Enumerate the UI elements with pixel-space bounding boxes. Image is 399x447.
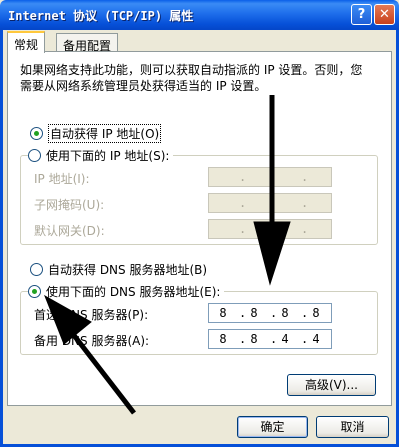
help-icon: ? bbox=[357, 7, 366, 22]
radio-auto-ip-label: 自动获得 IP 地址(O) bbox=[48, 124, 162, 143]
radio-manual-ip-indicator[interactable] bbox=[28, 149, 41, 162]
description-text: 如果网络支持此功能，则可以获取自动指派的 IP 设置。否则，您需要从网络系统管理… bbox=[20, 63, 363, 93]
ok-button[interactable]: 确定 bbox=[237, 416, 308, 438]
window-title: Internet 协议 (TCP/IP) 属性 bbox=[8, 9, 194, 23]
preferred-dns-label: 首选 DNS 服务器(P): bbox=[34, 308, 149, 322]
preferred-dns-field[interactable]: 8. 8. 8. 8 bbox=[208, 303, 332, 323]
radio-manual-ip-label: 使用下面的 IP 地址(S): bbox=[46, 149, 170, 163]
alternate-dns-field[interactable]: 8. 8. 4. 4 bbox=[208, 329, 332, 349]
title-bar: Internet 协议 (TCP/IP) 属性 ? ✕ bbox=[0, 0, 399, 30]
subnet-mask-field[interactable]: . . . bbox=[208, 193, 332, 213]
radio-auto-dns-label: 自动获得 DNS 服务器地址(B) bbox=[48, 263, 208, 277]
ip-address-label: IP 地址(I): bbox=[34, 172, 90, 186]
help-button[interactable]: ? bbox=[351, 4, 372, 25]
radio-manual-ip[interactable]: 使用下面的 IP 地址(S): bbox=[28, 147, 174, 164]
close-button[interactable]: ✕ bbox=[374, 4, 395, 25]
tab-general[interactable]: 常规 bbox=[7, 31, 46, 53]
radio-auto-dns[interactable]: 自动获得 DNS 服务器地址(B) bbox=[30, 261, 207, 278]
radio-auto-dns-indicator[interactable] bbox=[30, 263, 43, 276]
ip-address-field[interactable]: . . . bbox=[208, 167, 332, 187]
alternate-dns-label: 备用 DNS 服务器(A): bbox=[34, 334, 150, 348]
advanced-button[interactable]: 高级(V)... bbox=[287, 374, 376, 396]
tab-alternate-config[interactable]: 备用配置 bbox=[56, 33, 119, 53]
radio-manual-dns[interactable]: 使用下面的 DNS 服务器地址(E): bbox=[28, 283, 225, 300]
default-gateway-field[interactable]: . . . bbox=[208, 219, 332, 239]
close-icon: ✕ bbox=[379, 7, 390, 22]
subnet-mask-label: 子网掩码(U): bbox=[34, 198, 105, 212]
radio-manual-dns-indicator[interactable] bbox=[28, 285, 41, 298]
radio-manual-dns-label: 使用下面的 DNS 服务器地址(E): bbox=[46, 285, 221, 299]
cancel-button[interactable]: 取消 bbox=[316, 416, 389, 438]
radio-auto-ip[interactable]: 自动获得 IP 地址(O) bbox=[30, 124, 162, 143]
default-gateway-label: 默认网关(D): bbox=[34, 224, 105, 238]
radio-auto-ip-indicator[interactable] bbox=[30, 127, 43, 140]
